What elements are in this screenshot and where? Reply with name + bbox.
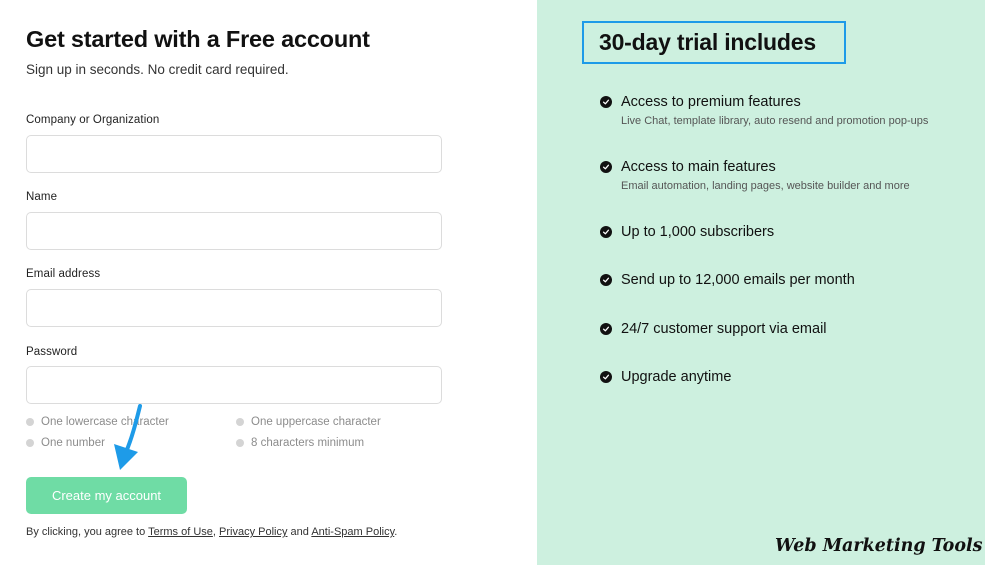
anti-spam-policy-link[interactable]: Anti-Spam Policy xyxy=(311,526,394,538)
check-circle-icon xyxy=(600,274,612,286)
feature-item: Access to main features Email automation… xyxy=(600,159,910,192)
feature-title: Send up to 12,000 emails per month xyxy=(621,272,855,288)
password-input[interactable] xyxy=(26,366,442,404)
arrow-down-icon xyxy=(114,404,142,470)
legal-separator: and xyxy=(287,526,312,538)
feature-title: 24/7 customer support via email xyxy=(621,321,827,337)
trial-title-highlight: 30-day trial includes xyxy=(582,21,846,64)
requirement-length: 8 characters minimum xyxy=(236,437,364,449)
email-input[interactable] xyxy=(26,289,442,327)
name-label: Name xyxy=(26,191,58,203)
trial-title: 30-day trial includes xyxy=(599,29,816,55)
legal-prefix: By clicking, you agree to xyxy=(26,526,149,538)
check-circle-icon xyxy=(600,226,612,238)
feature-subtitle: Live Chat, template library, auto resend… xyxy=(621,115,929,127)
legal-notice: By clicking, you agree to Terms of Use, … xyxy=(26,526,397,538)
requirement-label: One uppercase character xyxy=(251,416,381,428)
feature-title: Access to main features xyxy=(621,159,776,175)
check-circle-icon xyxy=(600,323,612,335)
privacy-policy-link[interactable]: Privacy Policy xyxy=(219,526,287,538)
page-subtitle: Sign up in seconds. No credit card requi… xyxy=(26,62,289,77)
legal-suffix: . xyxy=(394,526,398,538)
feature-item: Upgrade anytime xyxy=(600,369,731,385)
check-circle-icon xyxy=(600,96,612,108)
terms-of-use-link[interactable]: Terms of Use xyxy=(148,526,213,538)
check-circle-icon xyxy=(600,371,612,383)
page-title: Get started with a Free account xyxy=(26,26,370,52)
requirement-dot-icon xyxy=(236,439,244,447)
feature-title: Up to 1,000 subscribers xyxy=(621,224,775,240)
feature-item: Send up to 12,000 emails per month xyxy=(600,272,855,288)
company-label: Company or Organization xyxy=(26,114,160,126)
create-account-button[interactable]: Create my account xyxy=(26,477,187,514)
feature-title: Access to premium features xyxy=(621,94,801,110)
requirement-dot-icon xyxy=(26,439,34,447)
requirement-dot-icon xyxy=(236,418,244,426)
requirement-label: 8 characters minimum xyxy=(251,437,365,449)
company-input[interactable] xyxy=(26,135,442,173)
feature-title: Upgrade anytime xyxy=(621,369,732,385)
requirement-label: One number xyxy=(41,437,105,449)
requirement-label: One lowercase character xyxy=(41,416,169,428)
requirement-uppercase: One uppercase character xyxy=(236,416,381,428)
signup-panel: Get started with a Free account Sign up … xyxy=(0,0,537,565)
password-label: Password xyxy=(26,346,78,358)
feature-subtitle: Email automation, landing pages, website… xyxy=(621,180,910,192)
watermark: Web Marketing Tools xyxy=(775,536,983,556)
feature-item: Up to 1,000 subscribers xyxy=(600,224,774,240)
requirement-number: One number xyxy=(26,437,105,449)
name-input[interactable] xyxy=(26,212,442,250)
feature-item: 24/7 customer support via email xyxy=(600,321,827,337)
email-label: Email address xyxy=(26,268,101,280)
requirement-dot-icon xyxy=(26,418,34,426)
check-circle-icon xyxy=(600,161,612,173)
feature-item: Access to premium features Live Chat, te… xyxy=(600,94,928,127)
